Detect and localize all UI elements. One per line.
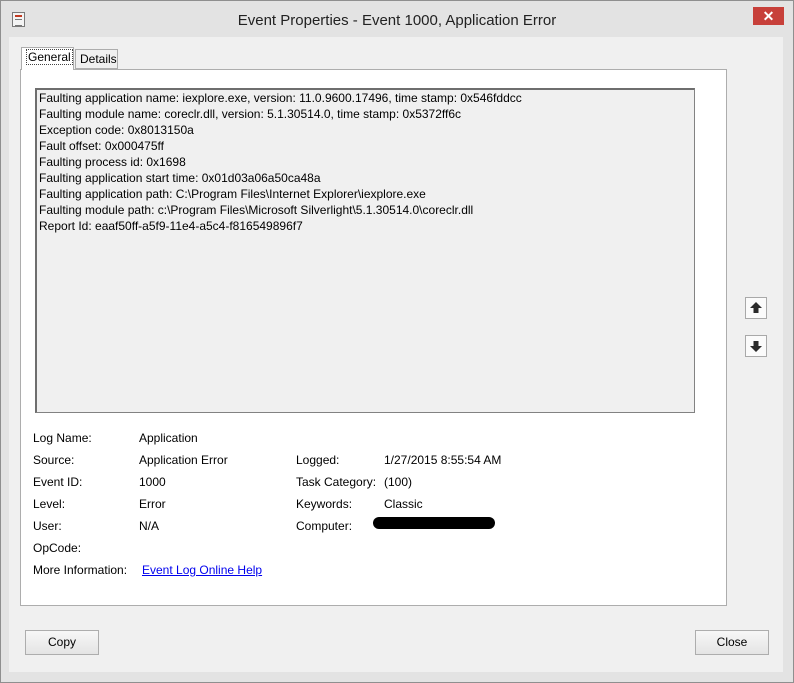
copy-button[interactable]: Copy	[25, 630, 99, 655]
close-button[interactable]: Close	[695, 630, 769, 655]
level-value: Error	[139, 497, 166, 511]
arrow-up-icon	[750, 302, 762, 313]
keywords-label: Keywords:	[296, 497, 353, 511]
more-information-label: More Information:	[33, 563, 128, 577]
arrow-down-icon	[750, 341, 762, 352]
event-log-help-link[interactable]: Event Log Online Help	[142, 562, 262, 578]
computer-value-redacted	[373, 517, 495, 529]
user-label: User:	[33, 519, 62, 533]
description-line: Faulting module path: c:\Program Files\M…	[39, 203, 474, 217]
level-label: Level:	[33, 497, 66, 511]
logged-value: 1/27/2015 8:55:54 AM	[384, 453, 502, 467]
description-line: Fault offset: 0x000475ff	[39, 139, 164, 153]
tab-details-label: Details	[80, 52, 117, 66]
description-line: Faulting application name: iexplore.exe,…	[39, 91, 522, 105]
tab-details[interactable]: Details	[75, 49, 118, 69]
source-label: Source:	[33, 453, 75, 467]
title-bar[interactable]: Event Properties - Event 1000, Applicati…	[1, 1, 793, 37]
source-value: Application Error	[139, 453, 228, 467]
keywords-value: Classic	[384, 497, 423, 511]
log-name-value: Application	[139, 431, 198, 445]
opcode-label: OpCode:	[33, 541, 82, 555]
general-panel: Faulting application name: iexplore.exe,…	[20, 69, 727, 606]
tab-general[interactable]: General	[21, 47, 74, 70]
close-icon[interactable]: ✕	[753, 7, 784, 25]
event-id-label: Event ID:	[33, 475, 83, 489]
window-title: Event Properties - Event 1000, Applicati…	[237, 12, 557, 29]
event-id-value: 1000	[139, 475, 166, 489]
logged-label: Logged:	[296, 453, 340, 467]
task-category-value: (100)	[384, 475, 413, 489]
event-description-box[interactable]: Faulting application name: iexplore.exe,…	[35, 88, 695, 413]
log-name-label: Log Name:	[33, 431, 92, 445]
user-value: N/A	[139, 519, 160, 533]
description-line: Faulting application start time: 0x01d03…	[39, 171, 321, 185]
task-category-label: Task Category:	[296, 475, 377, 489]
description-line: Faulting module name: coreclr.dll, versi…	[39, 107, 462, 121]
previous-event-button[interactable]	[745, 297, 767, 319]
tab-general-label: General	[26, 49, 73, 65]
event-properties-window: Event Properties - Event 1000, Applicati…	[0, 0, 794, 683]
description-line: Faulting process id: 0x1698	[39, 155, 186, 169]
computer-label: Computer:	[296, 519, 353, 533]
description-line: Faulting application path: C:\Program Fi…	[39, 187, 426, 201]
dialog-body: General Details Faulting application nam…	[9, 37, 783, 672]
description-line: Report Id: eaaf50ff-a5f9-11e4-a5c4-f8165…	[39, 219, 303, 233]
description-line: Exception code: 0x8013150a	[39, 123, 194, 137]
next-event-button[interactable]	[745, 335, 767, 357]
